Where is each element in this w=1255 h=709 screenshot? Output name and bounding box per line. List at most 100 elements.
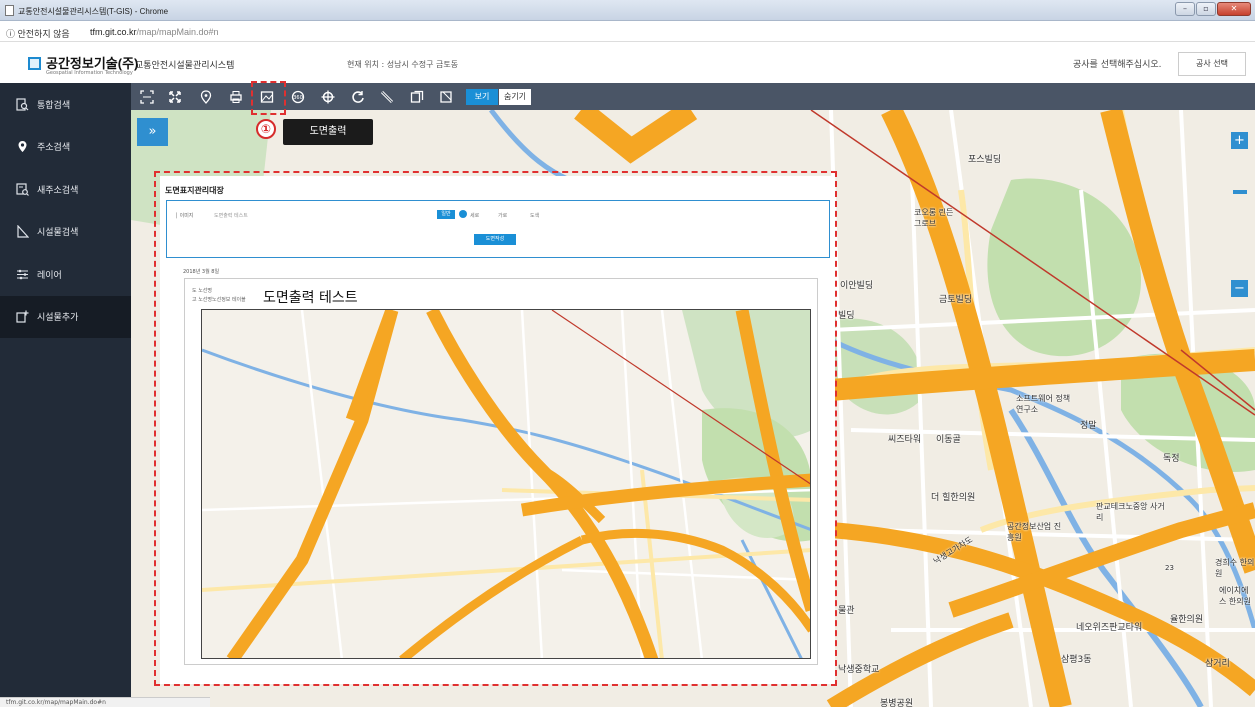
print-icon	[230, 90, 242, 103]
close-button[interactable]: ✕	[1217, 2, 1251, 16]
minimize-button[interactable]: –	[1175, 2, 1195, 16]
expand-icon	[169, 90, 181, 103]
map-label: 삼거리	[1205, 659, 1230, 669]
polygon-icon	[440, 90, 452, 103]
sliders-icon	[16, 268, 29, 281]
map-label: 물관	[838, 606, 855, 616]
project-prompt: 공사를 선택해주십시오.	[1073, 60, 1162, 70]
triangle-ruler-icon	[16, 224, 30, 238]
map-label: 삼평3동	[1061, 655, 1092, 665]
search-doc-icon	[16, 98, 29, 111]
print-date: 2018년 3월 8일	[183, 269, 220, 275]
print-form	[166, 200, 830, 258]
option-normal[interactable]: 일반	[437, 210, 455, 219]
area-copy-button[interactable]	[407, 87, 427, 106]
sidebar: 통합검색 주소검색 새주소검색 시설물검색 레이어 시설물추가	[0, 83, 131, 707]
address-bar[interactable]: ⓘ 안전하지 않음 tfm.git.co.kr/map/mapMain.do#n	[0, 22, 1255, 42]
map-label: 이동골	[936, 435, 961, 445]
option-label[interactable]: 세로	[470, 212, 479, 219]
location-icon	[200, 89, 212, 104]
sidebar-item-add-facility[interactable]: 시설물추가	[0, 295, 131, 338]
refresh-button[interactable]	[348, 87, 368, 106]
show-toggle[interactable]: 보기	[466, 89, 498, 105]
area-copy-icon	[410, 90, 424, 103]
current-location: 현재 위치 : 성남시 수정구 금토동	[347, 60, 459, 69]
location-button[interactable]	[196, 87, 216, 106]
map-label: 23	[1165, 564, 1174, 572]
field-label: │ 이미지	[175, 213, 194, 219]
highlight-box	[251, 81, 286, 115]
sidebar-item-integrated-search[interactable]: 통합검색	[0, 83, 131, 126]
window-controls: – ▫ ✕	[1175, 2, 1251, 16]
create-drawing-button[interactable]: 도면작성	[474, 234, 516, 245]
zoom-out-button[interactable]: −	[1231, 280, 1248, 297]
tooltip: 도면출력	[283, 119, 373, 145]
sidebar-item-label: 주소검색	[37, 143, 71, 154]
restore-button[interactable]: ▫	[1196, 2, 1216, 16]
map-label: 씨즈타워	[888, 435, 922, 445]
project-select-button[interactable]: 공사 선택	[1178, 52, 1246, 76]
map-label: 이안빌딩	[840, 281, 874, 291]
expand-button[interactable]	[165, 87, 185, 106]
sheet-meta: 고 노선명노선정보 테이블	[192, 297, 246, 303]
logo-icon	[28, 57, 41, 70]
svg-text:360: 360	[293, 95, 303, 101]
window-title: 교통안전시설물관리시스템(T-GIS) - Chrome	[18, 7, 169, 16]
map-label: 정말	[1080, 421, 1097, 431]
sidebar-item-facility-search[interactable]: 시설물검색	[0, 211, 131, 254]
app-header: 공간정보기술(주) Geospatial Information Technol…	[0, 43, 1255, 83]
sidebar-item-label: 시설물추가	[37, 313, 79, 324]
ruler-icon	[380, 90, 394, 103]
title-input[interactable]: 도면출력 테스트	[214, 212, 248, 219]
history-icon: 360	[291, 90, 305, 103]
zoom-slider[interactable]	[1233, 190, 1247, 194]
status-bar: tfm.git.co.kr/map/mapMain.do#n	[0, 697, 210, 707]
map-label: 판교테크노중앙 사거리	[1096, 502, 1165, 522]
map-label: 네오위즈판교타워	[1076, 623, 1143, 633]
url-text[interactable]: tfm.git.co.kr/map/mapMain.do#n	[90, 27, 219, 37]
ruler-button[interactable]	[377, 87, 397, 106]
map-label: 금토빌딩	[939, 295, 973, 305]
map-label: 빌딩	[838, 311, 855, 321]
hide-toggle[interactable]: 숨기기	[499, 89, 531, 105]
preview-map-canvas	[202, 310, 810, 658]
map-label: 독정	[1163, 454, 1180, 464]
crosshair-button[interactable]	[318, 87, 338, 106]
security-indicator[interactable]: ⓘ 안전하지 않음	[6, 27, 70, 40]
option-label[interactable]: 도색	[530, 212, 539, 219]
print-button[interactable]	[226, 87, 246, 106]
search-doc-icon	[16, 183, 29, 196]
polygon-button[interactable]	[436, 87, 456, 106]
map-label: 경희수 한의원	[1215, 558, 1255, 578]
panel-expand-button[interactable]: »	[137, 118, 168, 146]
company-subtitle: Geospatial Information Technology	[46, 70, 133, 76]
sidebar-item-label: 시설물검색	[37, 228, 79, 239]
sidebar-item-address-search[interactable]: 주소검색	[0, 126, 131, 169]
sidebar-item-label: 통합검색	[37, 100, 71, 111]
sidebar-item-layer[interactable]: 레이어	[0, 253, 131, 296]
crosshair-icon	[321, 90, 335, 103]
full-extent-button[interactable]	[137, 87, 157, 106]
radio-checked-icon[interactable]	[459, 210, 467, 218]
zoom-in-button[interactable]: +	[1231, 132, 1248, 149]
history-button[interactable]: 360	[288, 87, 308, 106]
map-label: 코오롱 린든그로브	[914, 208, 954, 228]
park-area	[987, 178, 1141, 357]
url-host: tfm.git.co.kr	[90, 27, 137, 37]
preview-map	[201, 309, 811, 659]
refresh-icon	[352, 90, 364, 103]
sidebar-item-new-address-search[interactable]: 새주소검색	[0, 168, 131, 211]
map-label: 율한의원	[1170, 615, 1204, 625]
map-label: 포스빌딩	[968, 155, 1002, 165]
full-extent-icon	[140, 89, 154, 104]
map-label: 공간정보산업 진흥원	[1007, 522, 1062, 542]
map-toolbar: 360 보기 숨기기	[131, 83, 1255, 110]
add-doc-icon	[16, 310, 29, 323]
page-icon	[5, 5, 14, 16]
map-label: 더 힐한의원	[931, 493, 976, 503]
sidebar-item-label: 레이어	[37, 270, 62, 281]
annotation-marker-1: ①	[256, 119, 276, 139]
sidebar-item-label: 새주소검색	[37, 185, 79, 196]
system-name: 교통안전시설물관리시스템	[135, 61, 235, 71]
option-label[interactable]: 가로	[498, 212, 507, 219]
